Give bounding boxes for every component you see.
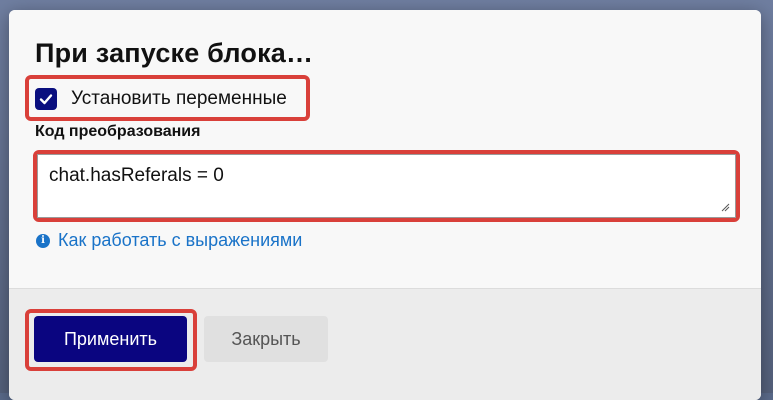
transform-code-field-wrap: chat.hasReferals = 0 [33,150,740,222]
checkmark-icon [39,94,53,105]
apply-button-wrap: Применить [25,309,197,371]
transform-code-label: Код преобразования [35,123,201,140]
expressions-help-link[interactable]: i Как работать с выражениями [36,230,302,251]
info-icon: i [36,233,50,248]
set-variables-label: Установить переменные [71,88,287,109]
set-variables-checkbox[interactable] [35,88,57,110]
set-variables-checkbox-row[interactable]: Установить переменные [29,78,315,120]
resize-grip-icon[interactable] [721,203,730,212]
expressions-help-label: Как работать с выражениями [58,230,303,250]
dialog-footer: Применить Закрыть [9,289,761,400]
dialog-body: При запуске блока… Установить переменные… [9,10,761,289]
apply-button[interactable]: Применить [34,316,187,362]
dialog-title: При запуске блока… [35,38,314,68]
block-start-dialog: При запуске блока… Установить переменные… [9,10,761,400]
transform-code-textarea[interactable]: chat.hasReferals = 0 [37,154,736,218]
close-button[interactable]: Закрыть [204,316,328,362]
